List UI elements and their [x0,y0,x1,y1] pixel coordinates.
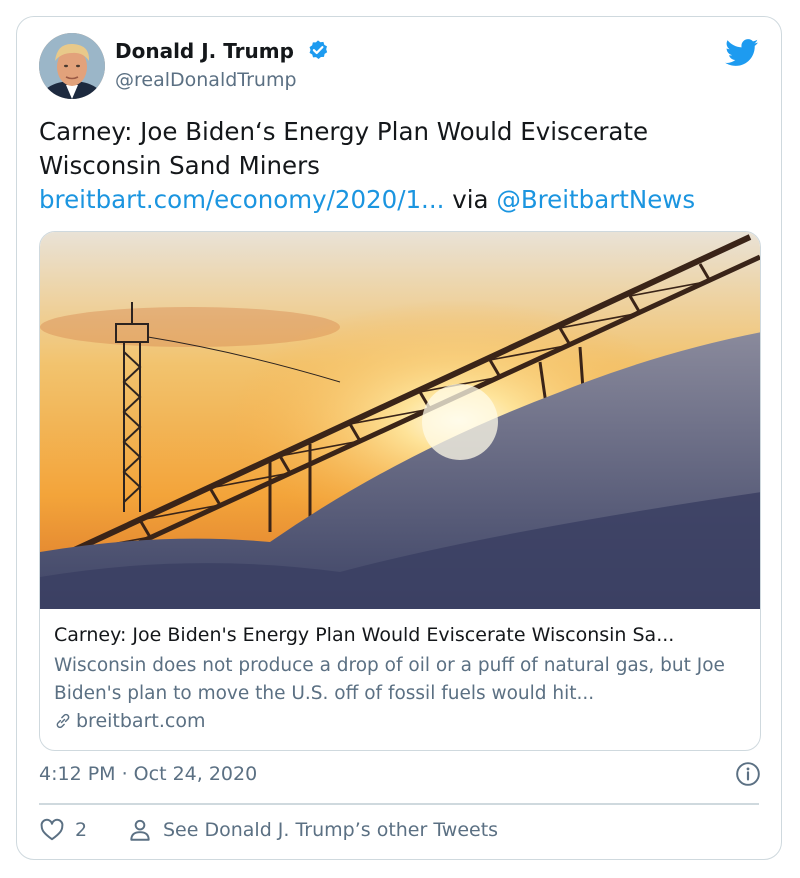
via-text: via [444,185,497,214]
verified-badge-icon [307,39,329,66]
tweet-text-line-3: breitbart.com/economy/2020/1... via @Bre… [39,183,759,217]
author-name[interactable]: Donald J. Trump [115,39,329,66]
see-other-tweets-link[interactable]: See Donald J. Trump’s other Tweets [127,817,498,843]
link-card-domain-text: breitbart.com [76,710,206,732]
like-count: 2 [75,819,88,841]
link-icon [56,713,70,729]
tweet-text-line-2: Wisconsin Sand Miners [39,151,320,180]
tweet-text: Carney: Joe Biden‘s Energy Plan Would Ev… [39,115,759,217]
see-other-tweets-text: See Donald J. Trump’s other Tweets [163,819,499,841]
tweet-timestamp[interactable]: 4:12 PM · Oct 24, 2020 [39,763,257,785]
link-card-domain[interactable]: breitbart.com [54,710,205,732]
article-image [40,232,760,609]
link-card-title[interactable]: Carney: Joe Biden's Energy Plan Would Ev… [54,624,749,646]
author-handle[interactable]: @realDonaldTrump [115,69,297,91]
person-icon [130,819,150,841]
twitter-bird-icon[interactable] [725,39,759,71]
divider [39,803,759,805]
via-handle-link[interactable]: @BreitbartNews [496,185,695,214]
tweet-card: Donald J. Trump @realDonaldTrump Carney:… [16,16,782,860]
heart-icon [40,818,64,841]
link-card-description: Wisconsin does not produce a drop of oil… [54,655,725,704]
author-name-text: Donald J. Trump [115,39,294,63]
tweet-text-line-1: Carney: Joe Biden‘s Energy Plan Would Ev… [39,117,649,146]
article-url-link[interactable]: breitbart.com/economy/2020/1... [39,185,444,214]
author-avatar[interactable] [39,33,105,99]
link-preview-card[interactable]: Carney: Joe Biden's Energy Plan Would Ev… [39,231,761,751]
like-button[interactable]: 2 [39,817,87,843]
info-icon[interactable] [735,761,761,791]
